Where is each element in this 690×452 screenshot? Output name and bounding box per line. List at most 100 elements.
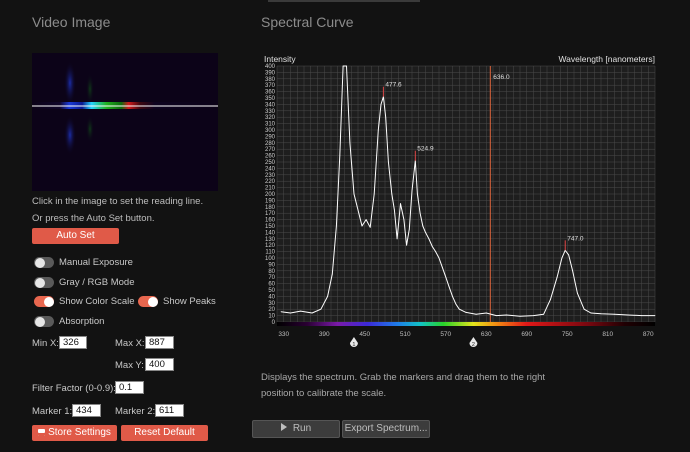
max-x-field[interactable] <box>145 336 174 349</box>
data-point <box>448 286 450 288</box>
y-tick-label: 310 <box>265 122 276 128</box>
export-spectrum-button[interactable]: Export Spectrum... <box>342 420 430 438</box>
switch-absorption[interactable] <box>34 316 54 327</box>
data-point <box>408 228 410 230</box>
data-point <box>458 308 460 310</box>
y-tick-label: 10 <box>268 314 275 320</box>
toggle-absorption[interactable]: Absorption <box>34 316 104 327</box>
toggle-label: Absorption <box>59 316 105 327</box>
data-point <box>349 142 351 144</box>
y-tick-label: 70 <box>268 275 275 281</box>
reset-default-button[interactable]: Reset Default <box>121 425 208 441</box>
spectrum-chart-svg[interactable]: Intensity Wavelength [nanometers] 010203… <box>261 52 657 352</box>
switch-manual-exposure[interactable] <box>34 257 54 268</box>
save-icon <box>38 429 46 436</box>
y-tick-label: 100 <box>265 256 276 262</box>
data-point <box>280 311 282 313</box>
data-point <box>455 303 457 305</box>
y-tick-labels: 0102030405060708090100110120130140150160… <box>265 64 276 326</box>
data-point <box>556 276 558 278</box>
min-x-field[interactable] <box>59 336 87 349</box>
data-point <box>465 312 467 313</box>
spectrum-chart[interactable]: Intensity Wavelength [nanometers] 0 10 20 3… <box>261 52 657 352</box>
y-tick-label: 290 <box>265 134 276 140</box>
data-point <box>346 65 347 67</box>
y-tick-label: 20 <box>268 307 275 313</box>
x-tick-label: 450 <box>359 331 370 338</box>
toggle-label: Show Color Scale <box>59 296 135 307</box>
y-tick-label: 320 <box>265 115 276 121</box>
toggle-show-peaks[interactable]: Show Peaks <box>138 296 216 307</box>
y-tick-label: 330 <box>265 109 276 115</box>
data-point <box>419 212 421 214</box>
x-tick-label: 750 <box>562 331 573 338</box>
switch-show-color-scale[interactable] <box>34 296 54 307</box>
store-settings-button[interactable]: Store Settings <box>32 425 117 441</box>
data-point <box>506 314 507 316</box>
calibration-marker[interactable]: 2 <box>469 337 478 348</box>
video-image-graphic <box>32 53 218 191</box>
run-label: Run <box>292 423 312 434</box>
y-tick-label: 110 <box>265 250 275 256</box>
x-tick-label: 570 <box>440 331 451 338</box>
marker1-field[interactable] <box>72 404 101 417</box>
x-tick-label: 870 <box>643 331 654 338</box>
toggle-manual-exposure[interactable]: Manual Exposure <box>34 257 133 268</box>
data-point <box>572 270 574 272</box>
y-tick-label: 340 <box>265 102 276 108</box>
spectrum-description-line1: Displays the spectrum. Grab the markers … <box>261 372 546 383</box>
toggle-gray-rgb[interactable]: Gray / RGB Mode <box>34 277 135 288</box>
data-point <box>576 292 578 294</box>
hint-reading-line: Click in the image to set the reading li… <box>32 196 204 207</box>
peak-label: 477.6 <box>385 82 402 89</box>
auto-set-button[interactable]: Auto Set <box>32 228 119 244</box>
y-tick-label: 370 <box>265 83 276 89</box>
y-tick-label: 30 <box>268 301 275 307</box>
video-image[interactable] <box>32 53 218 191</box>
spectrum-description-line2: position to calibrate the scale. <box>261 388 387 399</box>
y-tick-label: 300 <box>265 128 276 134</box>
data-point <box>327 296 329 297</box>
toggle-show-color-scale[interactable]: Show Color Scale <box>34 296 135 307</box>
filter-factor-label: Filter Factor (0-0.9): <box>32 383 116 394</box>
run-button[interactable]: Run <box>252 420 340 438</box>
data-point <box>403 219 405 221</box>
y-tick-label: 220 <box>265 179 276 185</box>
marker2-field[interactable] <box>155 404 184 417</box>
y-tick-label: 360 <box>265 90 276 96</box>
y-tick-label: 400 <box>265 64 276 70</box>
cursor-label: 636.0 <box>493 74 510 81</box>
data-point <box>519 315 521 317</box>
switch-gray-rgb[interactable] <box>34 277 54 288</box>
y-tick-label: 40 <box>268 294 275 300</box>
x-tick-labels: 330 390 450 510 570 630 690 750 810 870 <box>278 331 654 338</box>
data-point <box>336 225 337 227</box>
data-point <box>339 155 341 156</box>
data-point <box>422 225 424 227</box>
data-point <box>311 312 313 314</box>
data-point <box>400 203 401 205</box>
switch-show-peaks[interactable] <box>138 296 158 307</box>
data-point <box>533 315 534 316</box>
data-point <box>583 308 585 310</box>
data-point <box>373 193 375 195</box>
filter-factor-field[interactable] <box>115 381 144 394</box>
x-tick-label: 330 <box>278 331 289 338</box>
data-point <box>331 273 333 275</box>
spectral-curve-title: Spectral Curve <box>261 14 354 30</box>
y-tick-label: 230 <box>265 173 276 179</box>
y-tick-label: 390 <box>265 70 276 76</box>
data-point <box>394 209 395 211</box>
data-point <box>353 193 355 195</box>
data-point <box>428 238 430 240</box>
y-tick-label: 180 <box>265 205 276 211</box>
calibration-markers[interactable]: 12 <box>349 337 478 348</box>
y-tick-label: 210 <box>265 186 276 192</box>
x-tick-label: 630 <box>481 331 492 338</box>
data-point <box>641 315 642 316</box>
max-y-field[interactable] <box>145 358 174 371</box>
x-tick-label: 510 <box>400 331 411 338</box>
calibration-marker[interactable]: 1 <box>349 337 358 348</box>
data-point <box>300 310 302 312</box>
data-point <box>441 267 443 268</box>
